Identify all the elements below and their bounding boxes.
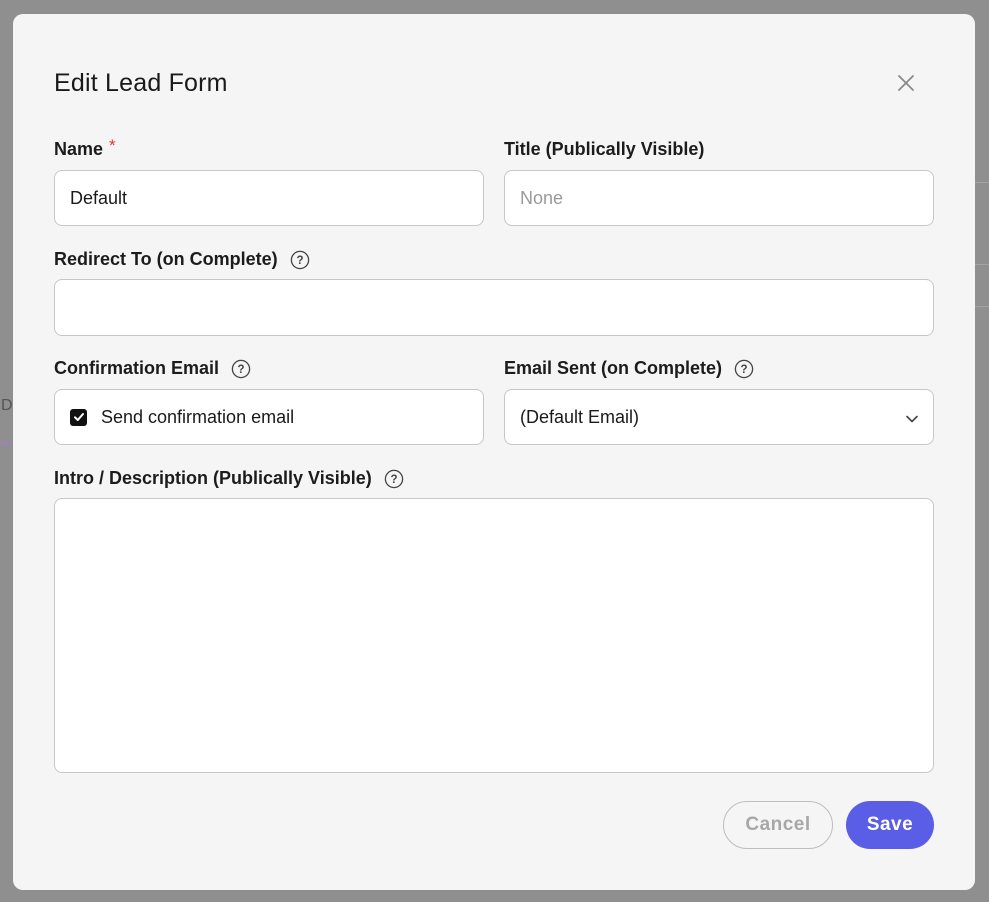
name-label: Name * [54, 135, 116, 160]
title-input[interactable]: None [504, 170, 934, 226]
help-icon[interactable]: ? [734, 359, 754, 379]
background-accent [0, 441, 13, 445]
title-label: Title (Publically Visible) [504, 139, 704, 160]
confirmation-email-label: Confirmation Email ? [54, 358, 251, 379]
title-input-placeholder: None [520, 187, 564, 208]
email-sent-select[interactable]: (Default Email) [504, 389, 934, 445]
name-label-text: Name [54, 139, 104, 159]
close-icon[interactable] [893, 70, 919, 96]
title-label-text: Title (Publically Visible) [504, 139, 705, 159]
redirect-label-text: Redirect To (on Complete) [54, 249, 278, 269]
chevron-down-icon [905, 410, 919, 431]
save-button[interactable]: Save [846, 801, 934, 849]
cancel-button[interactable]: Cancel [723, 801, 833, 849]
confirmation-email-checkbox-field[interactable]: Send confirmation email [54, 389, 484, 445]
intro-description-textarea[interactable] [54, 498, 934, 773]
redirect-input[interactable] [54, 279, 934, 336]
redirect-label: Redirect To (on Complete) ? [54, 249, 310, 270]
svg-text:?: ? [238, 364, 245, 376]
svg-text:?: ? [390, 474, 397, 486]
background-text: D [1, 397, 13, 414]
intro-description-label: Intro / Description (Publically Visible)… [54, 468, 404, 489]
confirmation-email-label-text: Confirmation Email [54, 358, 220, 378]
email-sent-label: Email Sent (on Complete) ? [504, 358, 754, 379]
svg-text:?: ? [296, 255, 303, 267]
name-input[interactable]: Default [54, 170, 484, 226]
help-icon[interactable]: ? [231, 359, 251, 379]
help-icon[interactable]: ? [384, 469, 404, 489]
intro-description-label-text: Intro / Description (Publically Visible) [54, 468, 372, 488]
edit-lead-form-modal: Edit Lead Form Name * Default Title (Pub… [13, 14, 975, 890]
required-marker: * [109, 135, 116, 155]
email-sent-selected-value: (Default Email) [520, 406, 640, 427]
svg-text:?: ? [741, 364, 748, 376]
confirmation-checkbox-label: Send confirmation email [101, 406, 295, 427]
checkbox-checked-icon[interactable] [70, 408, 87, 426]
name-input-value: Default [70, 187, 128, 208]
help-icon[interactable]: ? [290, 250, 310, 270]
email-sent-label-text: Email Sent (on Complete) [504, 358, 723, 378]
modal-title: Edit Lead Form [54, 69, 228, 97]
